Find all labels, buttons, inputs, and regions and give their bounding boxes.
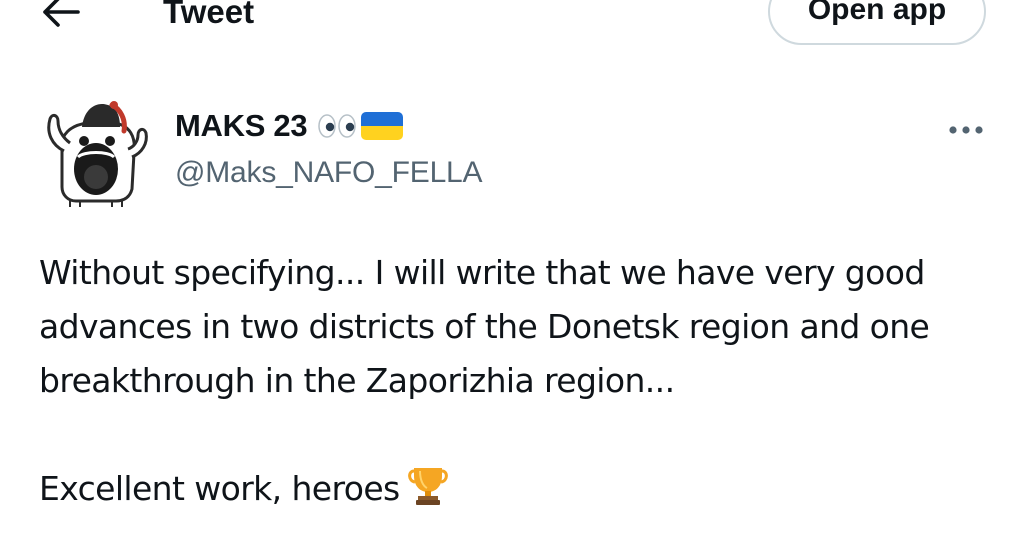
tweet-body: Without specifying... I will write that … (39, 246, 999, 522)
page-title: Tweet (163, 0, 255, 30)
open-app-button[interactable]: Open app (768, 0, 986, 45)
arrow-left-icon (43, 0, 80, 27)
more-options-button[interactable] (944, 112, 988, 148)
tweet-paragraph-2: Excellent work, heroes (39, 469, 400, 508)
nafo-fella-avatar-icon (47, 101, 148, 207)
eyes-icon (317, 113, 357, 139)
trophy-icon (406, 462, 450, 522)
avatar[interactable] (40, 97, 152, 209)
more-dots-icon (949, 126, 983, 134)
display-name-row: MAKS 23 (175, 104, 875, 148)
top-bar: Tweet Open app (0, 0, 1024, 48)
ukraine-flag-icon (361, 112, 404, 140)
tweet-paragraph-2-row: Excellent work, heroes (39, 462, 999, 522)
author-block: MAKS 23 @Maks_NAFO_FELLA (175, 104, 875, 190)
user-handle[interactable]: @Maks_NAFO_FELLA (175, 156, 875, 190)
tweet-paragraph-1: Without specifying... I will write that … (39, 253, 930, 400)
display-name[interactable]: MAKS 23 (175, 108, 308, 144)
back-button[interactable] (36, 0, 84, 32)
